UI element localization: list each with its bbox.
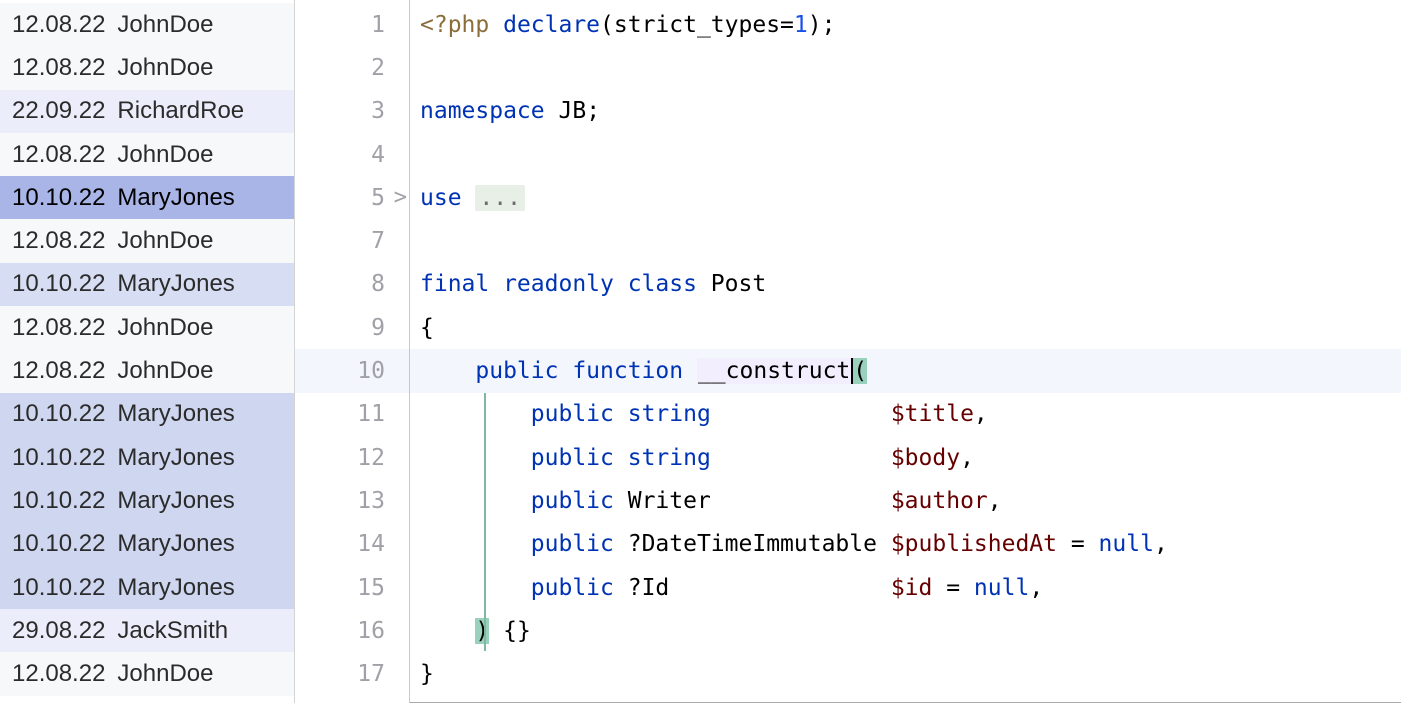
line-number[interactable]: 4 [295,133,409,176]
annotation-author: JohnDoe [117,11,213,39]
annotation-row[interactable]: 10.10.22 MaryJones [0,176,294,219]
annotations-panel: 12.08.22 JohnDoe 12.08.22 JohnDoe 22.09.22 Ri… [0,0,295,703]
text-cursor: ( [851,358,867,384]
code-line[interactable]: final readonly class Post [410,263,1401,306]
annotation-author: JohnDoe [117,54,213,82]
annotation-date: 12.08.22 [12,314,105,342]
annotation-row[interactable]: 10.10.22 MaryJones [0,436,294,479]
annotation-row[interactable]: 10.10.22 MaryJones [0,566,294,609]
annotation-row[interactable]: 29.08.22 JackSmith [0,609,294,652]
annotation-author: RichardRoe [117,97,244,125]
line-number[interactable]: 5> [295,176,409,219]
line-number[interactable]: 17 [295,652,409,695]
line-number[interactable]: 14 [295,523,409,566]
annotation-author: MaryJones [117,184,234,212]
line-number-gutter: 12345>7891011121314151617 [295,0,410,703]
annotation-date: 10.10.22 [12,530,105,558]
code-line[interactable]: use ... [410,176,1401,219]
annotation-row[interactable]: 10.10.22 MaryJones [0,479,294,522]
line-number[interactable]: 13 [295,479,409,522]
annotation-author: MaryJones [117,574,234,602]
annotation-author: JohnDoe [117,141,213,169]
annotation-row[interactable]: 12.08.22 JohnDoe [0,306,294,349]
annotation-date: 22.09.22 [12,97,105,125]
annotation-date: 10.10.22 [12,400,105,428]
code-line[interactable] [410,133,1401,176]
annotation-author: JackSmith [117,617,228,645]
annotation-author: MaryJones [117,270,234,298]
line-number[interactable]: 3 [295,90,409,133]
annotation-author: MaryJones [117,444,234,472]
annotation-row[interactable]: 10.10.22 MaryJones [0,523,294,566]
folded-region[interactable]: ... [475,185,525,211]
annotation-author: JohnDoe [117,314,213,342]
code-line[interactable]: public ?Id $id = null, [410,566,1401,609]
code-line[interactable]: public ?DateTimeImmutable $publishedAt =… [410,523,1401,566]
annotation-row[interactable]: 12.08.22 JohnDoe [0,652,294,695]
line-number[interactable]: 9 [295,306,409,349]
code-line[interactable]: } [410,652,1401,695]
annotation-row[interactable]: 22.09.22 RichardRoe [0,90,294,133]
annotation-row[interactable]: 12.08.22 JohnDoe [0,219,294,262]
annotation-date: 10.10.22 [12,487,105,515]
line-number[interactable]: 7 [295,219,409,262]
code-line[interactable]: <?php declare(strict_types=1); [410,3,1401,46]
code-line[interactable]: ) {} [410,609,1401,652]
annotation-date: 10.10.22 [12,270,105,298]
annotation-date: 12.08.22 [12,660,105,688]
line-number[interactable]: 16 [295,609,409,652]
line-number[interactable]: 12 [295,436,409,479]
annotation-date: 12.08.22 [12,357,105,385]
code-line[interactable] [410,46,1401,89]
annotation-date: 12.08.22 [12,11,105,39]
annotation-author: JohnDoe [117,227,213,255]
annotation-row[interactable]: 12.08.22 JohnDoe [0,3,294,46]
line-number[interactable]: 15 [295,566,409,609]
line-number[interactable]: 1 [295,3,409,46]
annotation-row[interactable]: 10.10.22 MaryJones [0,263,294,306]
annotation-date: 12.08.22 [12,227,105,255]
annotation-author: MaryJones [117,487,234,515]
code-line[interactable]: public Writer $author, [410,479,1401,522]
annotation-author: MaryJones [117,400,234,428]
annotation-date: 12.08.22 [12,141,105,169]
line-number[interactable]: 8 [295,263,409,306]
annotation-author: MaryJones [117,530,234,558]
annotation-row[interactable]: 12.08.22 JohnDoe [0,349,294,392]
code-line[interactable]: { [410,306,1401,349]
code-line[interactable]: public string $body, [410,436,1401,479]
code-editor[interactable]: <?php declare(strict_types=1); namespace… [410,0,1401,703]
indent-guide [484,393,486,651]
line-number[interactable]: 10 [295,349,409,392]
annotation-date: 10.10.22 [12,574,105,602]
line-number[interactable]: 11 [295,393,409,436]
code-line[interactable]: namespace JB; [410,90,1401,133]
annotation-date: 29.08.22 [12,617,105,645]
annotation-author: JohnDoe [117,357,213,385]
annotation-author: JohnDoe [117,660,213,688]
annotation-row[interactable]: 12.08.22 JohnDoe [0,133,294,176]
annotation-date: 10.10.22 [12,184,105,212]
annotation-row[interactable]: 10.10.22 MaryJones [0,393,294,436]
annotation-row[interactable]: 12.08.22 JohnDoe [0,46,294,89]
code-line[interactable]: public function __construct( [410,349,1401,392]
line-number[interactable]: 2 [295,46,409,89]
annotation-date: 12.08.22 [12,54,105,82]
code-line[interactable]: public string $title, [410,393,1401,436]
annotation-date: 10.10.22 [12,444,105,472]
code-line[interactable] [410,219,1401,262]
fold-toggle-icon[interactable]: > [394,185,407,210]
